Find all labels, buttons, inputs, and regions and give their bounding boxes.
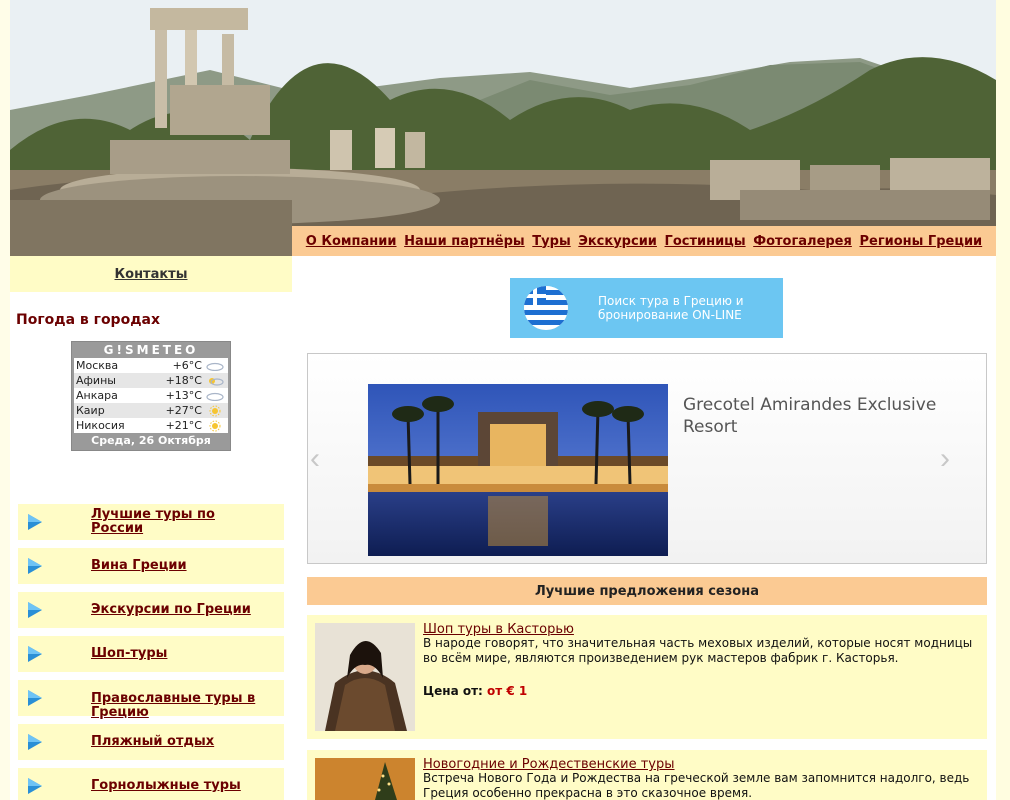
weather-temp: +27°C (165, 404, 202, 417)
weather-row: Анкара +13°C (74, 388, 228, 403)
sidebar-item-orthodox-tours[interactable]: Православные туры в Грецию (18, 680, 284, 720)
sun-icon (204, 405, 226, 417)
sidebar-item-label[interactable]: Лучшие туры по России (91, 508, 271, 536)
contacts-panel: Контакты (10, 256, 292, 292)
sidebar-item-wines[interactable]: Вина Греции (18, 548, 284, 584)
weather-heading: Погода в городах (16, 312, 160, 328)
arrow-right-icon (28, 514, 42, 530)
arrow-right-icon (28, 690, 42, 706)
weather-row: Москва +6°C (74, 358, 228, 373)
sidebar-item-label[interactable]: Православные туры в Грецию (91, 692, 271, 720)
offer-description: В народе говорят, что значительная часть… (423, 636, 973, 665)
nav-excursions[interactable]: Экскурсии (578, 234, 657, 249)
weather-temp: +21°C (165, 419, 202, 432)
header-banner: О Компании Наши партнёры Туры Экскурсии … (10, 0, 996, 256)
sidebar-item-label[interactable]: Шоп-туры (91, 647, 271, 661)
nav-tours[interactable]: Туры (532, 234, 570, 249)
tour-search-banner[interactable]: Поиск тура в Грецию и бронирование ON-LI… (510, 278, 783, 338)
weather-temp: +6°C (172, 359, 202, 372)
sidebar-item-beach[interactable]: Пляжный отдых (18, 724, 284, 760)
sun-icon (204, 420, 226, 432)
page-side-stripe (996, 0, 1010, 800)
sidebar-item-russia-tours[interactable]: Лучшие туры по России (18, 504, 284, 540)
header-landscape-image (10, 0, 996, 256)
weather-temp: +18°C (165, 374, 202, 387)
sidebar-item-label[interactable]: Экскурсии по Греции (91, 603, 271, 617)
offer-price-value: от € 1 (487, 684, 528, 698)
weather-temp: +13°C (165, 389, 202, 402)
arrow-right-icon (28, 602, 42, 618)
offer-photo[interactable] (315, 623, 415, 731)
search-banner-line2: бронирование ON-LINE (598, 308, 742, 322)
cloud-icon (204, 360, 226, 372)
greece-flag-icon (524, 286, 568, 330)
sidebar-item-shop-tours[interactable]: Шоп-туры (18, 636, 284, 672)
arrow-right-icon (28, 778, 42, 794)
slider-prev-button[interactable]: ‹ (310, 442, 320, 476)
main-navigation: О Компании Наши партнёры Туры Экскурсии … (292, 226, 996, 256)
offer-title[interactable]: Шоп туры в Касторью (423, 622, 574, 637)
weather-row: Афины +18°C (74, 373, 228, 388)
offer-description: Встреча Нового Года и Рождества на грече… (423, 771, 970, 800)
weather-date: Среда, 26 Октября (91, 434, 211, 447)
offer-price: Цена от: от € 1 (423, 684, 527, 698)
offers-heading: Лучшие предложения сезона (307, 577, 987, 605)
arrow-right-icon (28, 646, 42, 662)
search-banner-line1: Поиск тура в Грецию и (598, 294, 744, 308)
weather-row: Каир +27°C (74, 403, 228, 418)
gismeteo-widget[interactable]: G!SMETEO Москва +6°C Афины +18°C Анкара … (71, 341, 231, 451)
offer-card: Новогодние и Рождественские туры Встреча… (307, 750, 987, 800)
weather-city: Никосия (76, 419, 125, 432)
nav-gallery[interactable]: Фотогалерея (753, 234, 852, 249)
sidebar-item-label[interactable]: Вина Греции (91, 559, 271, 573)
offer-photo[interactable] (315, 758, 415, 800)
nav-partners[interactable]: Наши партнёры (404, 234, 525, 249)
offer-title[interactable]: Новогодние и Рождественские туры (423, 757, 675, 772)
search-banner-text: Поиск тура в Грецию и бронирование ON-LI… (598, 294, 744, 322)
weather-city: Афины (76, 374, 116, 387)
hotel-photo[interactable] (368, 384, 668, 556)
contacts-link[interactable]: Контакты (115, 267, 188, 282)
sidebar-item-excursions[interactable]: Экскурсии по Греции (18, 592, 284, 628)
weather-city: Каир (76, 404, 105, 417)
slide-title[interactable]: Grecotel Amirandes Exclusive Resort (683, 394, 943, 438)
offer-price-label: Цена от: (423, 684, 483, 698)
weather-city: Москва (76, 359, 119, 372)
arrow-right-icon (28, 558, 42, 574)
sidebar-item-label[interactable]: Горнолыжные туры (91, 779, 271, 793)
nav-hotels[interactable]: Гостиницы (665, 234, 746, 249)
offer-card: Шоп туры в Касторью В народе говорят, чт… (307, 615, 987, 739)
sidebar-item-ski[interactable]: Горнолыжные туры (18, 768, 284, 800)
nav-about[interactable]: О Компании (306, 234, 397, 249)
hotel-slider: ‹ Grecotel Amirandes Exclusive Resort › (307, 353, 987, 564)
weather-rows: Москва +6°C Афины +18°C Анкара +13°C Каи… (72, 358, 230, 433)
weather-city: Анкара (76, 389, 118, 402)
sidebar-item-label[interactable]: Пляжный отдых (91, 735, 271, 749)
gismeteo-logo: G!SMETEO (103, 343, 199, 357)
arrow-right-icon (28, 734, 42, 750)
page: О Компании Наши партнёры Туры Экскурсии … (10, 0, 996, 800)
weather-row: Никосия +21°C (74, 418, 228, 433)
slider-next-button[interactable]: › (940, 442, 950, 476)
sun-cloud-icon (204, 375, 226, 387)
cloud-icon (204, 390, 226, 402)
nav-regions[interactable]: Регионы Греции (859, 234, 982, 249)
